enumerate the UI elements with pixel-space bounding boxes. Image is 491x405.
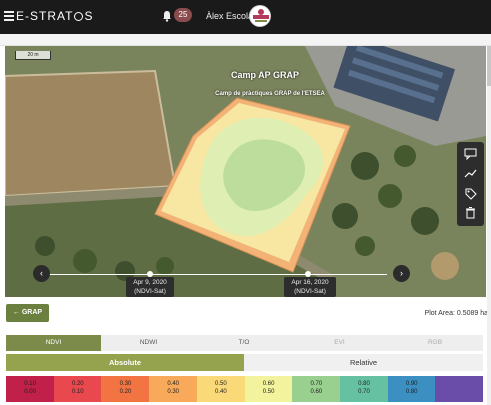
- tab-ndvi[interactable]: NDVI: [6, 335, 101, 351]
- notification-count-badge[interactable]: 25: [174, 8, 192, 22]
- legend-bin: 0.30 0.20: [101, 376, 150, 402]
- legend-bin: 0.90 0.80: [387, 376, 436, 402]
- legend-bin-upper: 0.20: [71, 381, 84, 387]
- timeline-date-1-source: (NDVI-Sat): [134, 288, 166, 295]
- legend-bin-lower: 0.70: [358, 389, 370, 395]
- scale-mode-toggle: Absolute Relative: [6, 354, 483, 371]
- legend-bin-lower: 0.20: [119, 389, 132, 395]
- timeline-prev-button[interactable]: ‹: [33, 265, 50, 282]
- legend-bin-lower: 0.10: [71, 389, 84, 395]
- legend-bin: 0.70 0.60: [292, 376, 341, 402]
- bell-icon[interactable]: [162, 10, 172, 22]
- legend-bin: 0.80 0.70: [339, 376, 389, 402]
- timeline-date-2[interactable]: Apr 16, 2020 (NDVI-Sat): [284, 277, 336, 297]
- legend-bin: 0.60 0.50: [244, 376, 293, 402]
- legend-bin-upper: 0.40: [167, 381, 180, 387]
- map-plot-title: Camp AP GRAP: [230, 70, 299, 80]
- legend-bin-upper: 0.90: [405, 381, 418, 387]
- timeline-next-button[interactable]: ›: [393, 265, 410, 282]
- legend-bin-upper: 0.70: [310, 381, 323, 387]
- ndvi-color-legend: 0.10 0.00 0.20 0.10 0.30 0.20 0.40 0.30 0.50 0.40…: [6, 376, 484, 402]
- user-name[interactable]: Àlex Escolà: [206, 11, 253, 21]
- mode-relative-button[interactable]: Relative: [244, 354, 483, 371]
- satellite-map[interactable]: 20 m Camp AP GRAP Camp de pràctiques GRA…: [5, 46, 486, 297]
- timeline-date-1[interactable]: Apr 9, 2020 (NDVI-Sat): [126, 277, 174, 297]
- legend-bin: 0.40 0.30: [149, 376, 198, 402]
- satellite-imagery: [5, 46, 486, 297]
- tag-icon[interactable]: [464, 187, 477, 200]
- tab-evi[interactable]: EVI: [292, 335, 387, 351]
- legend-bin-lower: 0.40: [215, 389, 227, 395]
- timeline-date-2-text: Apr 16, 2020: [291, 279, 329, 286]
- legend-bin-upper: 0.80: [358, 381, 370, 387]
- map-tools-panel: [457, 142, 484, 226]
- user-avatar[interactable]: [249, 5, 271, 27]
- top-bar: E-STRAT S 25 Àlex Escolà: [0, 0, 491, 34]
- scrollbar-thumb[interactable]: [487, 46, 491, 86]
- timeline-date-1-text: Apr 9, 2020: [133, 279, 167, 286]
- mode-absolute-button[interactable]: Absolute: [6, 354, 244, 371]
- map-plot-subtitle: Camp de pràctiques GRAP de l'ETSEA: [215, 91, 325, 97]
- legend-bin-upper: 0.50: [215, 381, 227, 387]
- comment-icon[interactable]: [464, 147, 477, 160]
- legend-bin-lower: 0.00: [24, 389, 36, 395]
- legend-bin: 0.10 0.00: [6, 376, 55, 402]
- legend-bin-lower: 0.60: [310, 389, 323, 395]
- chart-line-icon[interactable]: [464, 167, 477, 180]
- tab-rgb[interactable]: RGB: [387, 335, 483, 351]
- page-scrollbar[interactable]: [487, 46, 491, 405]
- legend-bin-upper: 0.30: [119, 381, 132, 387]
- legend-bin-lower: 0.30: [167, 389, 180, 395]
- app-logo[interactable]: E-STRAT S: [16, 9, 93, 23]
- tab-ndwi[interactable]: NDWI: [101, 335, 196, 351]
- map-scale: 20 m: [15, 51, 51, 60]
- plot-area-label: Plot Area: 0.5089 ha: [424, 310, 488, 317]
- tab-to[interactable]: T/O: [196, 335, 292, 351]
- legend-bin: 0.50 0.40: [196, 376, 245, 402]
- legend-bin-upper: 0.60: [262, 381, 275, 387]
- legend-bin: [435, 376, 484, 402]
- legend-bin-upper: 0.10: [24, 381, 36, 387]
- legend-bin: 0.20 0.10: [53, 376, 102, 402]
- timeline-track: [49, 274, 387, 275]
- legend-bin-lower: 0.50: [262, 389, 275, 395]
- index-tabs: NDVI NDWI T/O EVI RGB: [6, 335, 483, 351]
- legend-bin-lower: 0.80: [405, 389, 418, 395]
- header-strip: [0, 34, 491, 46]
- back-to-grap-button[interactable]: ← GRAP: [6, 304, 49, 322]
- timeline-date-2-source: (NDVI-Sat): [294, 288, 326, 295]
- trash-icon[interactable]: [464, 206, 477, 219]
- date-timeline: ‹ › Apr 9, 2020 (NDVI-Sat) Apr 16, 2020 …: [5, 264, 486, 297]
- hamburger-menu-icon[interactable]: [4, 11, 14, 21]
